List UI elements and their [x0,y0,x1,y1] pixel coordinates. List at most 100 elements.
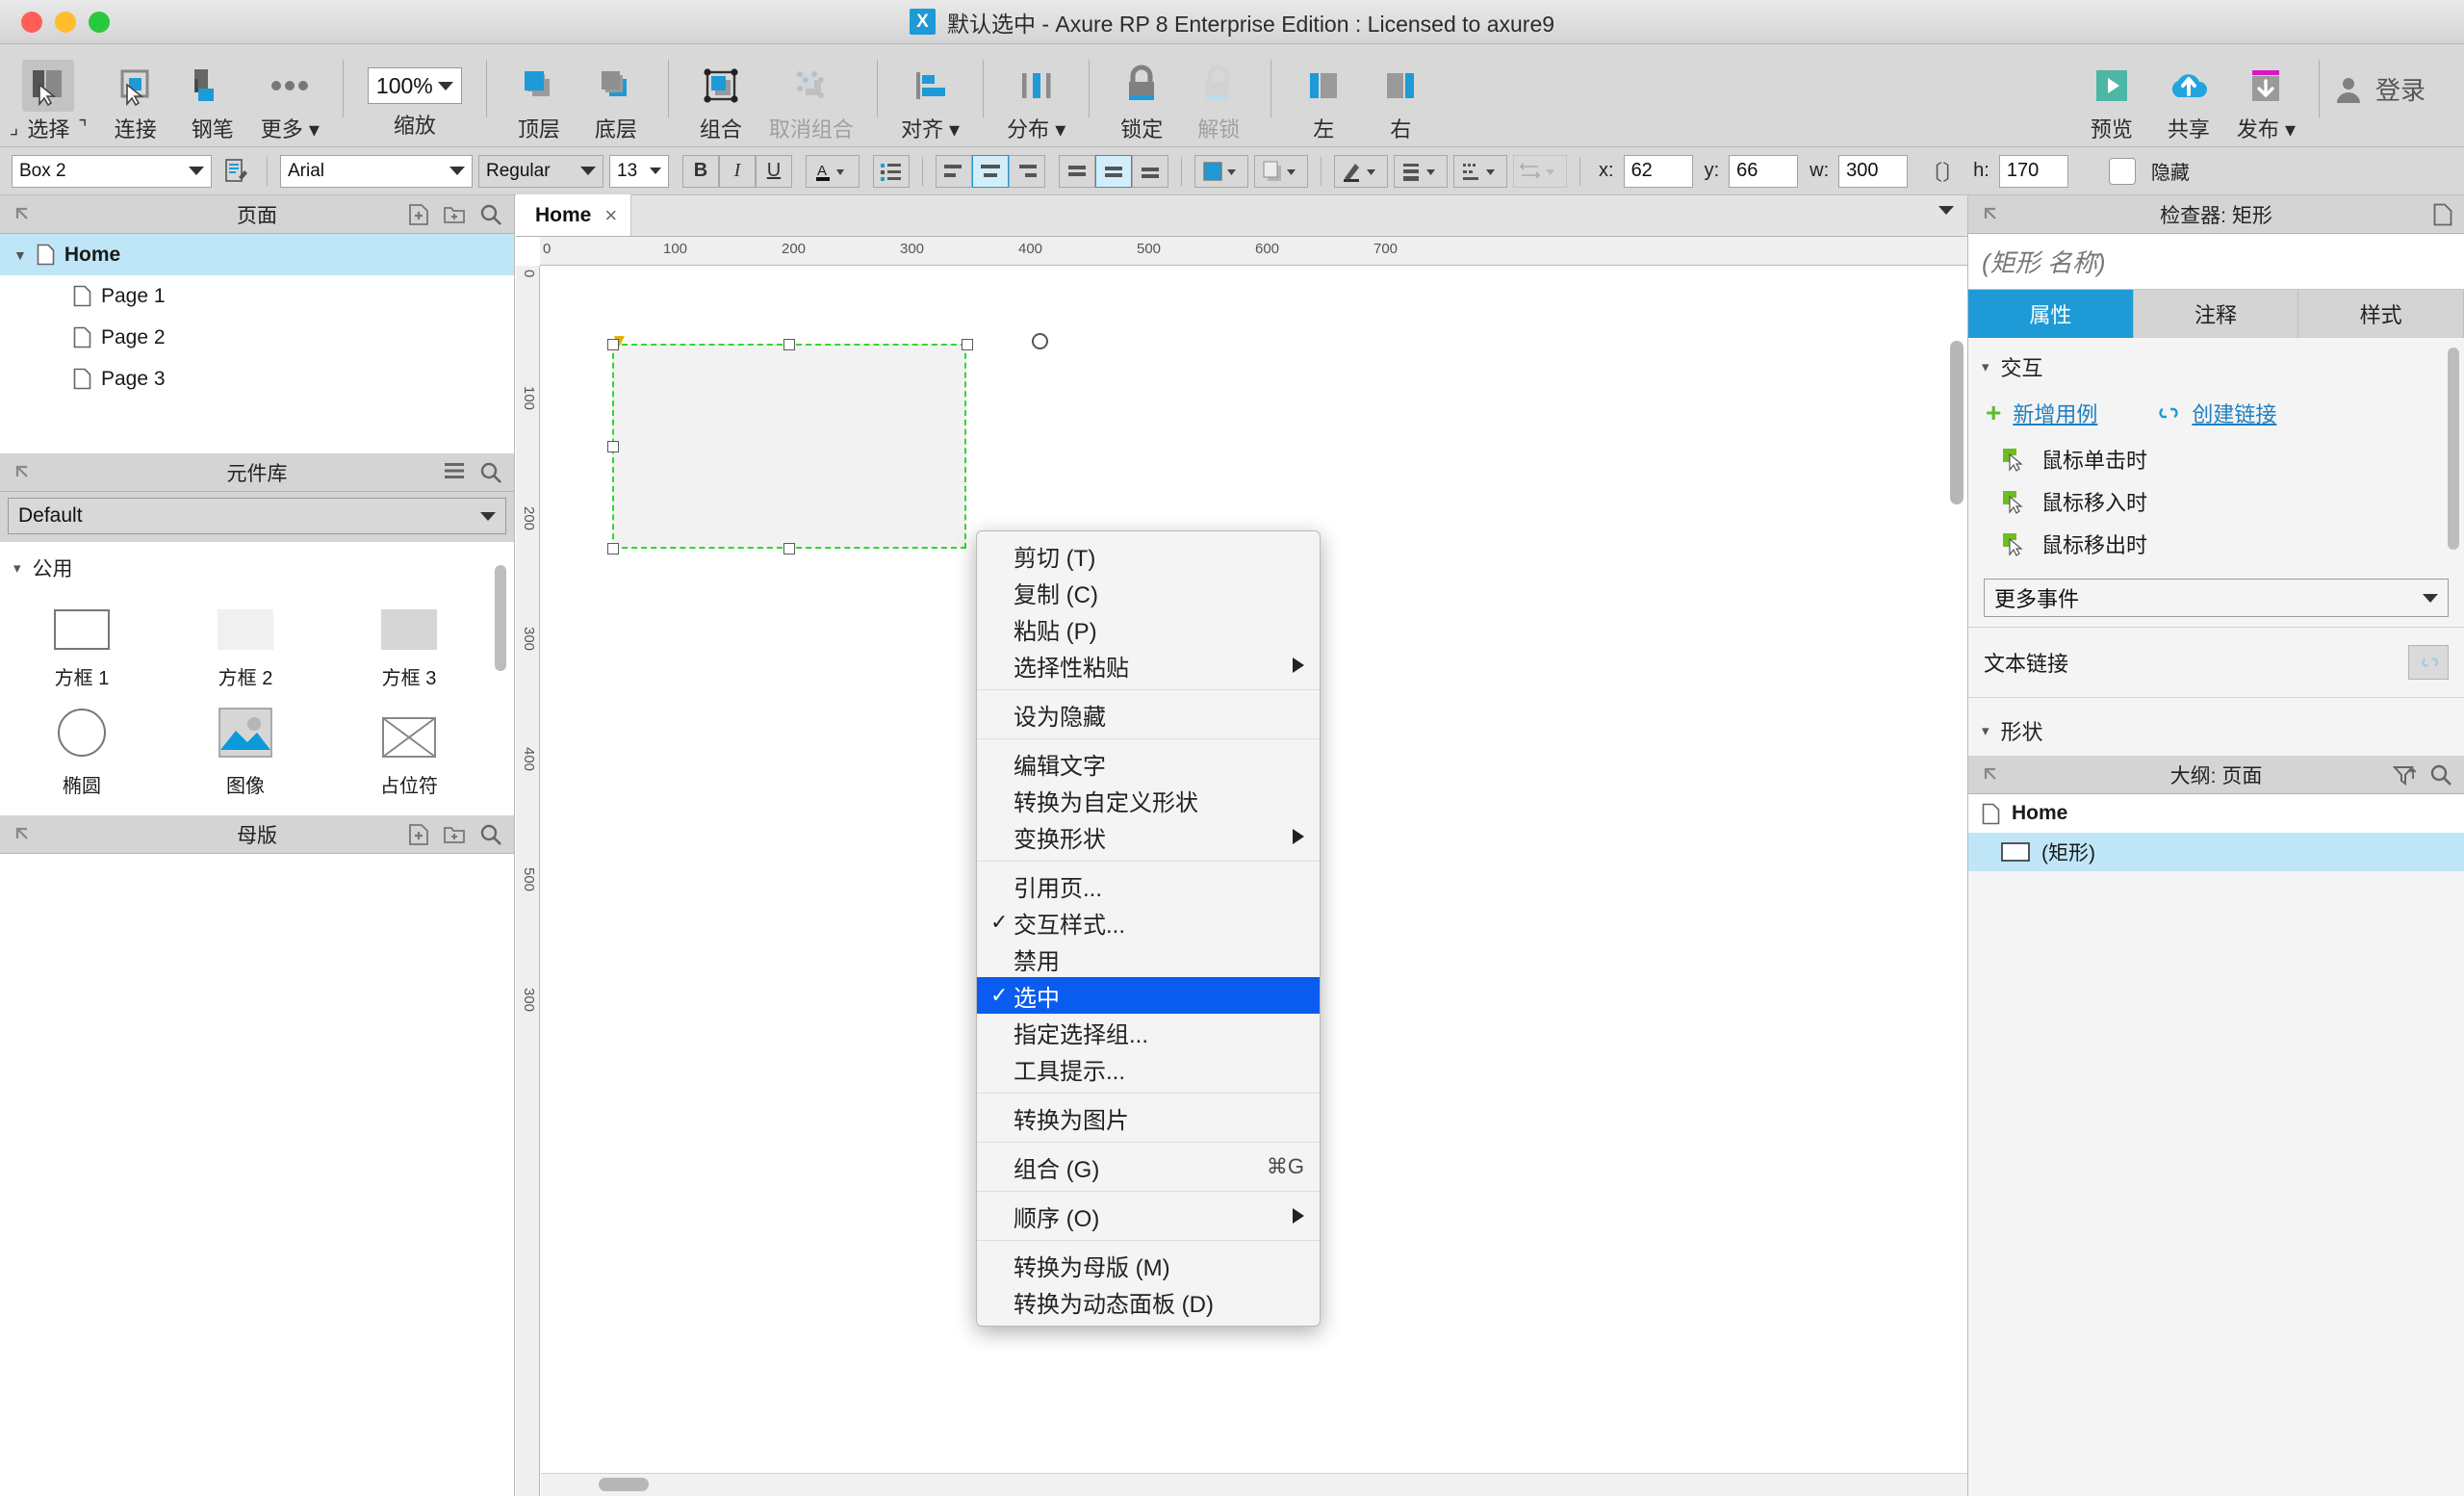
canvas-tab-home[interactable]: Home × [516,194,632,236]
toolbar-ungroup[interactable]: 取消组合 [759,54,863,143]
context-menu-item-convert-to-image[interactable]: 转换为图片 [977,1099,1320,1136]
library-widget-image[interactable]: 图像 [164,698,327,806]
toolbar-dock-left[interactable]: 左 [1285,54,1362,143]
inspector-tab-style[interactable]: 样式 [2298,290,2464,338]
toolbar-share[interactable]: 共享 [2150,54,2227,143]
toolbar-send-to-back[interactable]: 底层 [578,54,654,143]
library-group-common[interactable]: ▾ 公用 [0,542,514,586]
toolbar-more-tools[interactable]: 更多 ▾ [251,54,329,143]
context-menu-item-copy[interactable]: 复制 (C) [977,574,1320,610]
page-note-icon[interactable] [2433,203,2452,226]
context-menu-item-convert-to-custom-shape[interactable]: 转换为自定义形状 [977,782,1320,818]
libraries-scrollbar[interactable] [495,565,506,671]
context-menu-item-cut[interactable]: 剪切 (T) [977,537,1320,574]
close-icon[interactable]: × [604,203,617,228]
toolbar-unlock[interactable]: 解锁 [1180,54,1257,143]
context-menu-item-paste-special[interactable]: 选择性粘贴 [977,647,1320,684]
arrow-style-button[interactable] [1513,154,1567,188]
toolbar-bring-to-front[interactable]: 顶层 [500,54,578,143]
toolbar-publish[interactable]: 发布 ▾ [2227,54,2305,143]
pages-tree-item-home[interactable]: ▼ Home [0,234,514,275]
event-row-on-click[interactable]: 鼠标单击时 [1968,438,2464,480]
bold-button[interactable]: B [682,154,719,188]
align-center-button[interactable] [972,154,1009,188]
fill-color-button[interactable] [1194,154,1248,188]
interaction-section-header[interactable]: ▾ 交互 [1968,338,2464,392]
event-row-on-mouse-enter[interactable]: 鼠标移入时 [1968,480,2464,523]
context-menu-item-convert-to-master[interactable]: 转换为母版 (M) [977,1247,1320,1283]
create-link-link[interactable]: 创建链接 [2192,398,2276,428]
widget-style-select[interactable]: Box 2 [12,154,212,188]
canvas-horizontal-scrollbar[interactable] [599,1478,649,1491]
font-color-button[interactable]: A [806,154,860,188]
line-style-button[interactable] [1453,154,1507,188]
search-icon[interactable] [479,823,502,846]
library-widget-box1[interactable]: 方框 1 [0,590,164,698]
context-menu-item-assign-selection-group[interactable]: 指定选择组... [977,1014,1320,1050]
context-menu-item-selected[interactable]: ✓ 选中 [977,977,1320,1014]
pages-tree-item-page3[interactable]: Page 3 [0,358,514,400]
italic-button[interactable]: I [719,154,756,188]
line-color-button[interactable] [1334,154,1388,188]
context-menu-item-order[interactable]: 顺序 (O) [977,1198,1320,1234]
search-icon[interactable] [479,203,502,226]
font-size-select[interactable]: 13 [609,154,669,188]
collapse-panel-icon[interactable] [12,824,33,845]
library-widget-ellipse[interactable]: 椭圆 [0,698,164,806]
library-widget-box2[interactable]: 方框 2 [164,590,327,698]
align-right-button[interactable] [1009,154,1045,188]
context-menu-item-set-hidden[interactable]: 设为隐藏 [977,696,1320,733]
add-page-icon[interactable] [408,203,429,226]
w-input[interactable]: 300 [1838,154,1909,188]
pages-tree-item-page1[interactable]: Page 1 [0,275,514,317]
toolbar-zoom[interactable]: 100% 缩放 [357,54,473,140]
canvas-shape-rectangle[interactable] [612,344,966,549]
add-folder-icon[interactable] [443,823,466,846]
toolbar-dock-right[interactable]: 右 [1362,54,1439,143]
collapse-panel-icon[interactable] [12,204,33,225]
y-input[interactable]: 66 [1729,154,1799,188]
toolbar-lock[interactable]: 锁定 [1103,54,1180,143]
context-menu-item-edit-text[interactable]: 编辑文字 [977,745,1320,782]
add-master-icon[interactable] [408,823,429,846]
shape-name-input[interactable]: (矩形 名称) [1968,234,2464,290]
font-weight-select[interactable]: Regular [478,154,603,188]
shape-section-header[interactable]: ▾ 形状 [1968,702,2464,756]
collapse-panel-icon[interactable] [1980,764,2001,786]
collapse-panel-icon[interactable] [1980,204,2001,225]
add-case-link[interactable]: 新增用例 [2013,398,2097,428]
lock-ratio-icon[interactable]: 〔〕 [1921,156,1964,187]
resize-handle-n[interactable] [783,339,795,350]
resize-handle-nw[interactable] [607,339,619,350]
context-menu-item-group[interactable]: 组合 (G) ⌘G [977,1148,1320,1185]
rotate-handle-icon[interactable] [1032,333,1048,349]
zoom-select[interactable]: 100% [367,67,462,104]
event-row-on-mouse-out[interactable]: 鼠标移出时 [1968,523,2464,565]
inspector-tab-notes[interactable]: 注释 [2133,290,2299,338]
context-menu-item-reference-page[interactable]: 引用页... [977,867,1320,904]
pages-tree-item-page2[interactable]: Page 2 [0,317,514,358]
text-link-button[interactable] [2408,645,2449,680]
context-menu-item-transform-shape[interactable]: 变换形状 [977,818,1320,855]
context-menu-item-interaction-styles[interactable]: ✓ 交互样式... [977,904,1320,941]
resize-handle-s[interactable] [783,543,795,555]
inspector-scrollbar[interactable] [2448,348,2459,550]
outline-row-home[interactable]: Home [1968,794,2464,833]
shadow-button[interactable] [1254,154,1308,188]
canvas-vertical-scrollbar[interactable] [1950,341,1964,504]
library-select[interactable]: Default [8,498,506,534]
toolbar-login-button[interactable]: 登录 [2333,71,2426,107]
resize-handle-sw[interactable] [607,543,619,555]
toolbar-select-tool[interactable]: ⌟ 选择 ⌝ [0,54,97,143]
resize-handle-ne[interactable] [962,339,973,350]
x-input[interactable]: 62 [1623,154,1693,188]
underline-button[interactable]: U [756,154,792,188]
add-folder-icon[interactable] [443,203,466,226]
context-menu-item-paste[interactable]: 粘贴 (P) [977,610,1320,647]
line-width-button[interactable] [1394,154,1448,188]
bullet-list-button[interactable] [873,154,910,188]
h-input[interactable]: 170 [1998,154,2068,188]
resize-handle-w[interactable] [607,441,619,452]
library-widget-placeholder[interactable]: 占位符 [327,698,491,806]
context-menu-item-convert-to-dynamic-panel[interactable]: 转换为动态面板 (D) [977,1283,1320,1320]
